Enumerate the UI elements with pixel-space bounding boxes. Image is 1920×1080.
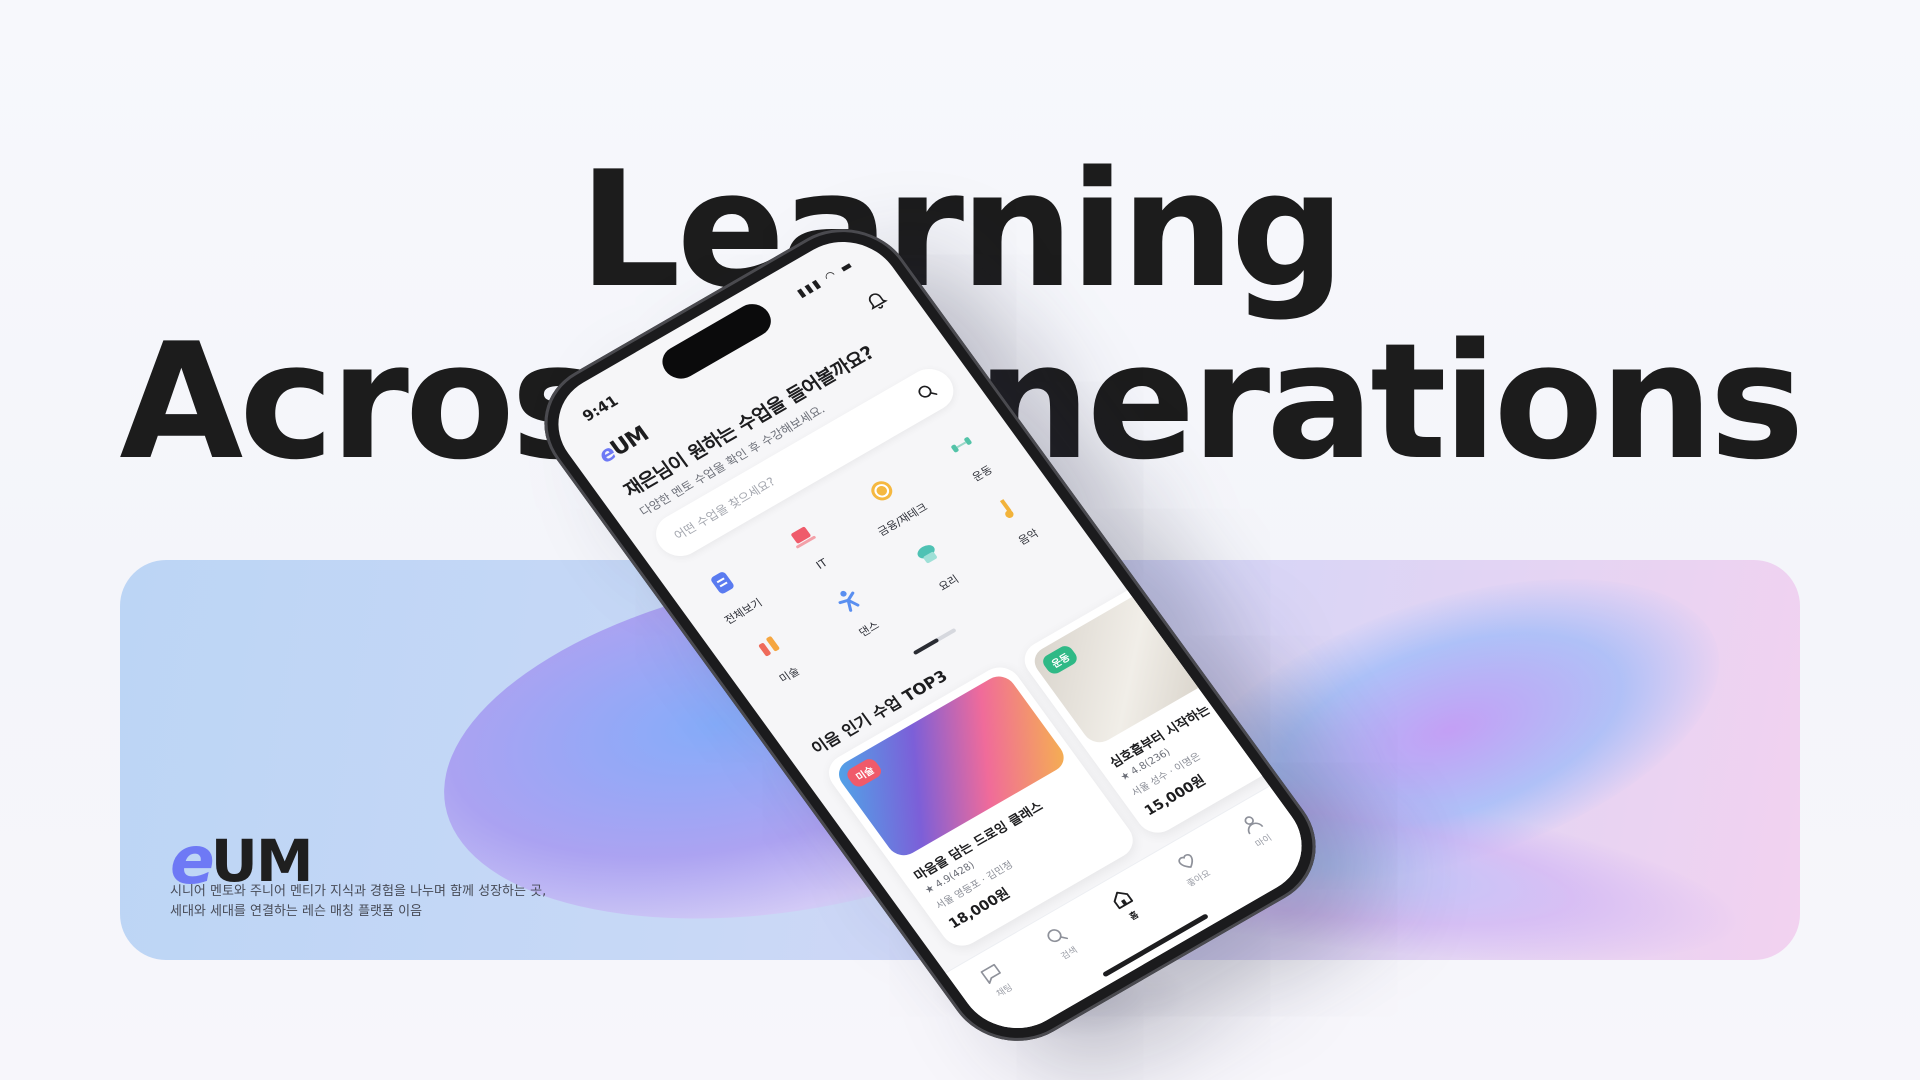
brand-description: 시니어 멘토와 주니어 멘티가 지식과 경험을 나누며 함께 성장하는 곳, 세…	[170, 882, 546, 922]
app-logo[interactable]: eUM	[594, 422, 654, 468]
category-pager	[912, 627, 957, 656]
category-music[interactable]: 음악	[967, 475, 1062, 560]
category-all[interactable]: 전체보기	[681, 549, 776, 634]
category-cooking[interactable]: 요리	[887, 521, 982, 606]
signal-wifi-battery-icon: ▮▮▮ ◠ ▬	[794, 257, 857, 300]
headline-line-1: Learning	[578, 136, 1346, 323]
brand-description-line-1: 시니어 멘토와 주니어 멘티가 지식과 경험을 나누며 함께 성장하는 곳,	[170, 884, 547, 899]
brand-description-line-2: 세대와 세대를 연결하는 레슨 매칭 플랫폼 이음	[170, 904, 423, 919]
category-art[interactable]: 미술	[728, 613, 823, 698]
bell-icon[interactable]	[860, 286, 892, 315]
category-dance[interactable]: 댄스	[807, 567, 902, 652]
category-finance[interactable]: 금융/재테크	[841, 457, 936, 542]
search-icon[interactable]	[912, 379, 941, 405]
category-fitness[interactable]: 운동	[920, 411, 1015, 496]
category-it[interactable]: IT	[761, 503, 856, 588]
status-time: 9:41	[578, 391, 622, 426]
category-tag: 운동	[1039, 643, 1081, 677]
category-tag: 미술	[844, 756, 885, 790]
